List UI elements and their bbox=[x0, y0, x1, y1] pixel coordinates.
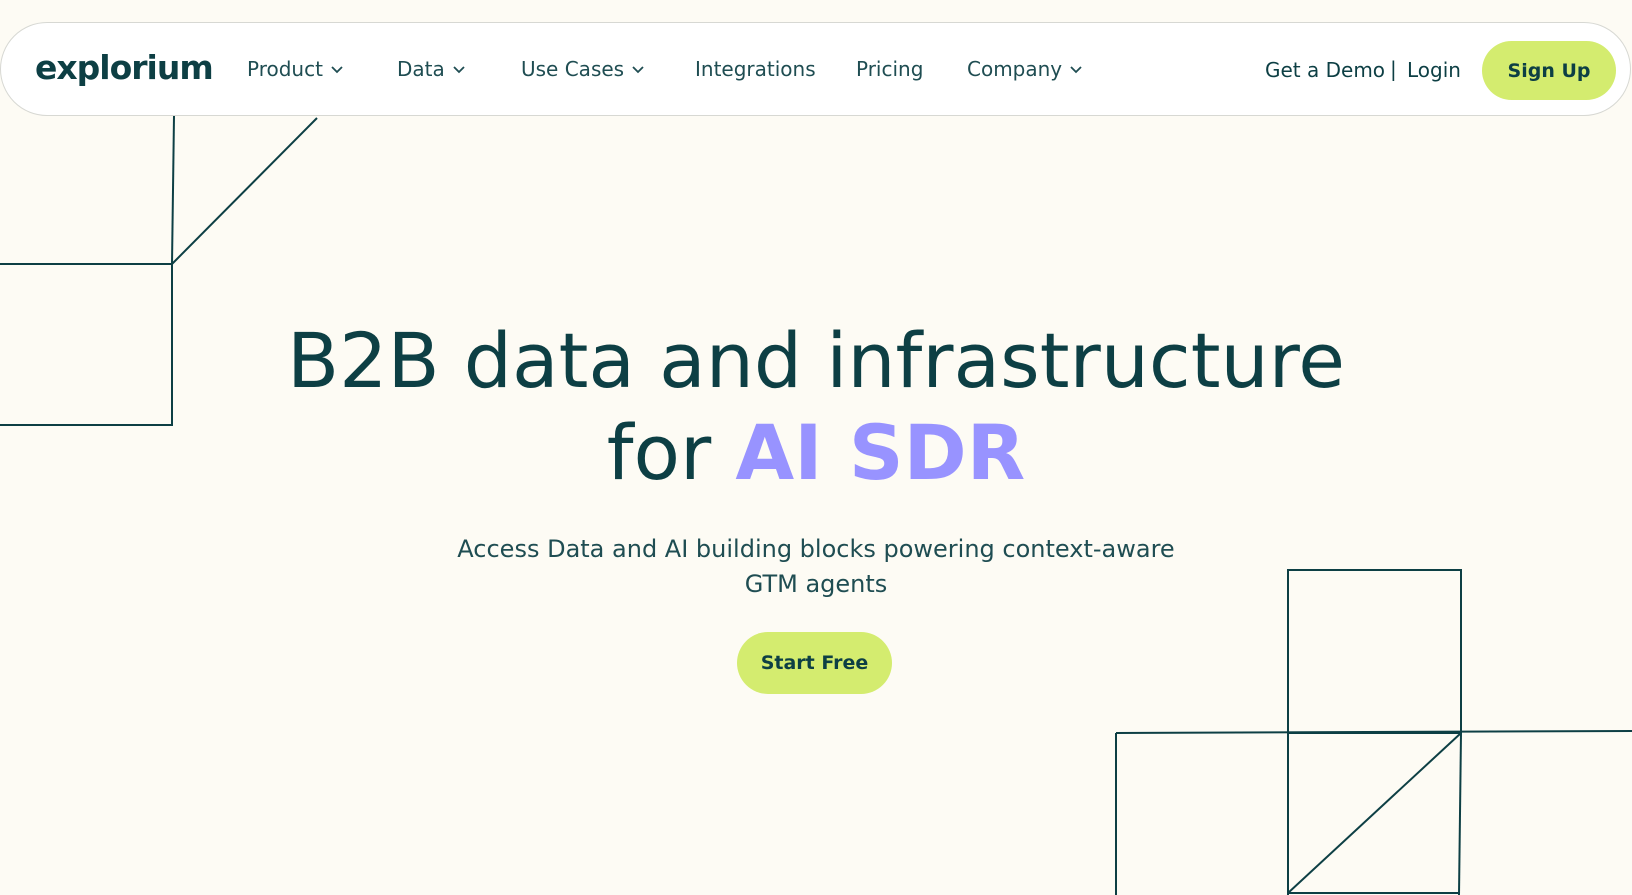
nav-item-label: Integrations bbox=[695, 57, 816, 81]
hero-subtitle: Access Data and AI building blocks power… bbox=[416, 532, 1216, 602]
chevron-down-icon bbox=[453, 66, 465, 74]
nav-item-label: Product bbox=[247, 57, 323, 81]
nav-item-label: Pricing bbox=[856, 57, 924, 81]
hero-title-line-2: for AI SDR bbox=[0, 407, 1632, 499]
top-navbar: explorium Product Data Use Cases Integra… bbox=[0, 22, 1631, 116]
nav-item-pricing[interactable]: Pricing bbox=[856, 56, 923, 82]
hero-title-prefix: for bbox=[606, 408, 736, 497]
hero-subtitle-line-2: GTM agents bbox=[744, 570, 888, 598]
nav-item-integrations[interactable]: Integrations bbox=[695, 56, 816, 82]
chevron-down-icon bbox=[331, 66, 343, 74]
hero-title-highlight: AI SDR bbox=[735, 408, 1026, 497]
chevron-down-icon bbox=[632, 66, 644, 74]
explorium-logo[interactable]: explorium bbox=[35, 48, 214, 88]
login-link[interactable]: Login bbox=[1407, 57, 1461, 83]
nav-separator: | bbox=[1390, 57, 1397, 81]
start-free-button[interactable]: Start Free bbox=[737, 632, 892, 694]
nav-item-data[interactable]: Data bbox=[397, 56, 467, 82]
nav-item-product[interactable]: Product bbox=[247, 56, 345, 82]
chevron-down-icon bbox=[1070, 66, 1082, 74]
nav-item-company[interactable]: Company bbox=[967, 56, 1084, 82]
nav-item-label: Data bbox=[397, 57, 445, 81]
get-a-demo-link[interactable]: Get a Demo bbox=[1265, 57, 1385, 83]
sign-up-button[interactable]: Sign Up bbox=[1482, 41, 1616, 100]
hero-title-line-1: B2B data and infrastructure bbox=[286, 316, 1346, 405]
nav-item-label: Company bbox=[967, 57, 1063, 81]
nav-item-use-cases[interactable]: Use Cases bbox=[521, 56, 646, 82]
hero-subtitle-line-1: Access Data and AI building blocks power… bbox=[457, 535, 1175, 563]
nav-item-label: Use Cases bbox=[521, 57, 625, 81]
hero-title: B2B data and infrastructure for AI SDR bbox=[0, 315, 1632, 499]
